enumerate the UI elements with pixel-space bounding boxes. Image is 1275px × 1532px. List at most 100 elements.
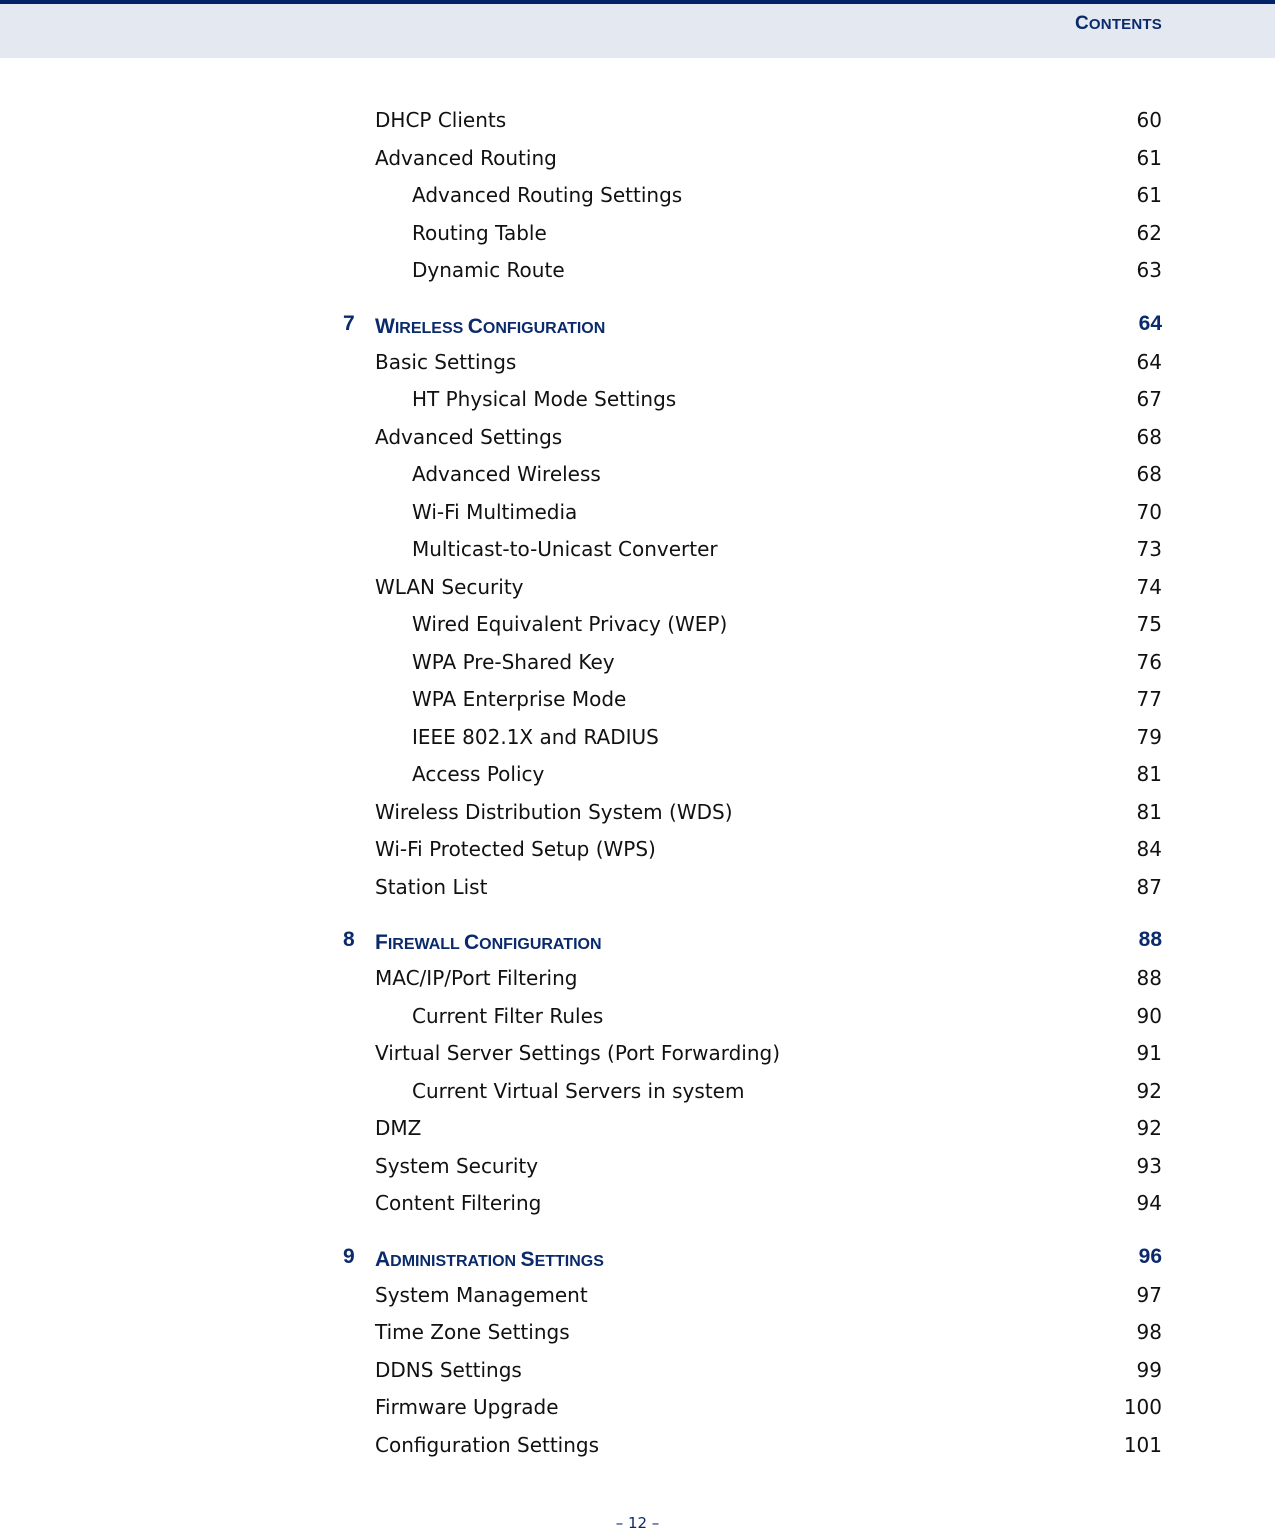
toc-entry-label: WPA Pre-Shared Key bbox=[412, 649, 615, 674]
toc-entry-page: 98 bbox=[1136, 1320, 1162, 1344]
toc-entry-label: Time Zone Settings bbox=[375, 1320, 570, 1344]
toc-entry-label: Wi-Fi Protected Setup (WPS) bbox=[375, 837, 656, 861]
toc-entry[interactable]: Advanced Settings 68 bbox=[0, 425, 1275, 455]
toc-entry-label: HT Physical Mode Settings bbox=[412, 387, 677, 411]
toc-entry-page: 68 bbox=[1136, 424, 1162, 449]
toc-entry-label: DHCP Clients bbox=[375, 108, 507, 132]
toc-entry-label: DDNS Settings bbox=[375, 1357, 522, 1382]
toc-entry-label: Wireless Distribution System (WDS) bbox=[375, 799, 733, 824]
toc-entry-page: 93 bbox=[1136, 1153, 1162, 1178]
toc-entry-page: 96 bbox=[1138, 1244, 1162, 1268]
toc-entry-label: Advanced Wireless bbox=[412, 462, 601, 486]
toc-entry-page: 101 bbox=[1123, 1432, 1162, 1457]
page-number: – 12 – bbox=[615, 1514, 660, 1532]
toc-entry-page: 64 bbox=[1136, 349, 1162, 374]
toc-entry-label: Current Filter Rules bbox=[412, 1003, 604, 1028]
toc-chapter-entry[interactable]: 7 WIRELESS CONFIGURATION 64 bbox=[0, 312, 1275, 342]
toc-entry-label: Advanced Settings bbox=[375, 424, 563, 449]
toc-entry-label: Station List bbox=[375, 874, 488, 899]
chapter-number: 9 bbox=[343, 1244, 355, 1268]
toc-entry-page: 97 bbox=[1136, 1282, 1162, 1307]
toc-entry-page: 74 bbox=[1136, 574, 1162, 599]
toc-entry[interactable]: HT Physical Mode Settings 67 bbox=[0, 387, 1275, 417]
toc-entry-label: DMZ bbox=[375, 1116, 422, 1140]
toc-entry[interactable]: Multicast-to-Unicast Converter 73 bbox=[0, 537, 1275, 567]
toc-entry-label: Routing Table bbox=[412, 220, 547, 245]
toc-entry-label: Wired Equivalent Privacy (WEP) bbox=[412, 612, 728, 636]
toc-entry[interactable]: Content Filtering 94 bbox=[0, 1191, 1275, 1221]
toc-entry-page: 63 bbox=[1136, 258, 1162, 282]
toc-entry-label: ADMINISTRATION SETTINGS bbox=[375, 1247, 604, 1271]
toc-entry[interactable]: Advanced Wireless 68 bbox=[0, 462, 1275, 492]
toc-entry-label: Advanced Routing Settings bbox=[412, 183, 683, 207]
toc-entry-label: Firmware Upgrade bbox=[375, 1395, 559, 1419]
toc-entry[interactable]: Wired Equivalent Privacy (WEP) 75 bbox=[0, 612, 1275, 642]
toc-entry-page: 77 bbox=[1136, 687, 1162, 711]
toc-entry-page: 75 bbox=[1136, 612, 1162, 636]
toc-entry[interactable]: Routing Table 62 bbox=[0, 221, 1275, 251]
toc-entry-label: Dynamic Route bbox=[412, 258, 565, 282]
toc-entry-page: 64 bbox=[1138, 311, 1162, 335]
chapter-number: 7 bbox=[343, 311, 355, 335]
toc-entry-page: 61 bbox=[1136, 183, 1162, 207]
toc-entry-label: Current Virtual Servers in system bbox=[412, 1078, 745, 1103]
toc-entry[interactable]: DMZ 92 bbox=[0, 1116, 1275, 1146]
toc-entry[interactable]: Station List 87 bbox=[0, 875, 1275, 905]
toc-entry[interactable]: Time Zone Settings 98 bbox=[0, 1320, 1275, 1350]
toc-entry-label: Virtual Server Settings (Port Forwarding… bbox=[375, 1041, 781, 1065]
running-header-title: CONTENTS bbox=[1075, 13, 1162, 34]
toc-entry[interactable]: Firmware Upgrade 100 bbox=[0, 1395, 1275, 1425]
toc-entry[interactable]: WPA Enterprise Mode 77 bbox=[0, 687, 1275, 717]
toc-entry-label: System Security bbox=[375, 1153, 539, 1178]
toc-entry-label: WPA Enterprise Mode bbox=[412, 687, 627, 711]
toc-entry[interactable]: Current Filter Rules 90 bbox=[0, 1004, 1275, 1034]
toc-entry-label: MAC/IP/Port Filtering bbox=[375, 966, 578, 990]
toc-chapter-entry[interactable]: 9 ADMINISTRATION SETTINGS 96 bbox=[0, 1245, 1275, 1275]
toc-entry[interactable]: DDNS Settings 99 bbox=[0, 1358, 1275, 1388]
toc-entry-page: 61 bbox=[1136, 145, 1162, 170]
toc-entry-label: Configuration Settings bbox=[375, 1432, 600, 1457]
toc-entry[interactable]: Wireless Distribution System (WDS) 81 bbox=[0, 800, 1275, 830]
toc-entry[interactable]: Wi-Fi Protected Setup (WPS) 84 bbox=[0, 837, 1275, 867]
toc-entry-page: 62 bbox=[1136, 220, 1162, 245]
toc-entry-page: 60 bbox=[1136, 108, 1162, 132]
toc-entry[interactable]: WPA Pre-Shared Key 76 bbox=[0, 650, 1275, 680]
toc-entry[interactable]: MAC/IP/Port Filtering 88 bbox=[0, 966, 1275, 996]
toc-entry[interactable]: WLAN Security 74 bbox=[0, 575, 1275, 605]
toc-entry-page: 94 bbox=[1136, 1191, 1162, 1215]
toc-entry-page: 92 bbox=[1136, 1078, 1162, 1103]
toc-entry-page: 68 bbox=[1136, 462, 1162, 486]
toc-entry-label: Multicast-to-Unicast Converter bbox=[412, 537, 718, 561]
toc-entry-label: System Management bbox=[375, 1282, 588, 1307]
toc-entry[interactable]: Current Virtual Servers in system 92 bbox=[0, 1079, 1275, 1109]
toc-entry-label: WIRELESS CONFIGURATION bbox=[375, 314, 606, 338]
toc-entry-page: 81 bbox=[1136, 762, 1162, 786]
toc-entry[interactable]: IEEE 802.1X and RADIUS 79 bbox=[0, 725, 1275, 755]
toc-entry[interactable]: Access Policy 81 bbox=[0, 762, 1275, 792]
toc-entry-page: 92 bbox=[1136, 1116, 1162, 1140]
toc-entry-page: 76 bbox=[1136, 649, 1162, 674]
toc-entry-label: Wi-Fi Multimedia bbox=[412, 499, 578, 524]
toc-chapter-entry[interactable]: 8 FIREWALL CONFIGURATION 88 bbox=[0, 928, 1275, 958]
toc-entry[interactable]: Wi-Fi Multimedia 70 bbox=[0, 500, 1275, 530]
toc-entry[interactable]: Advanced Routing 61 bbox=[0, 146, 1275, 176]
toc-entry-label: FIREWALL CONFIGURATION bbox=[375, 931, 602, 954]
toc-entry-page: 88 bbox=[1138, 928, 1162, 951]
toc-entry-page: 81 bbox=[1136, 799, 1162, 824]
toc-entry-page: 87 bbox=[1136, 874, 1162, 899]
toc-entry[interactable]: Virtual Server Settings (Port Forwarding… bbox=[0, 1041, 1275, 1071]
toc-entry-page: 67 bbox=[1136, 387, 1162, 411]
toc-entry[interactable]: Basic Settings 64 bbox=[0, 350, 1275, 380]
toc-entry-label: Access Policy bbox=[412, 762, 545, 786]
toc-entry[interactable]: DHCP Clients 60 bbox=[0, 108, 1275, 138]
toc-entry-page: 91 bbox=[1136, 1041, 1162, 1065]
toc-entry-label: WLAN Security bbox=[375, 574, 524, 599]
toc-entry-page: 84 bbox=[1136, 837, 1162, 861]
toc-entry[interactable]: Configuration Settings 101 bbox=[0, 1433, 1275, 1463]
toc-entry[interactable]: System Security 93 bbox=[0, 1154, 1275, 1184]
toc-entry-page: 90 bbox=[1136, 1003, 1162, 1028]
toc-entry[interactable]: Advanced Routing Settings 61 bbox=[0, 183, 1275, 213]
toc-entry[interactable]: Dynamic Route 63 bbox=[0, 258, 1275, 288]
toc-entry[interactable]: System Management 97 bbox=[0, 1283, 1275, 1313]
chapter-number: 8 bbox=[343, 928, 355, 951]
